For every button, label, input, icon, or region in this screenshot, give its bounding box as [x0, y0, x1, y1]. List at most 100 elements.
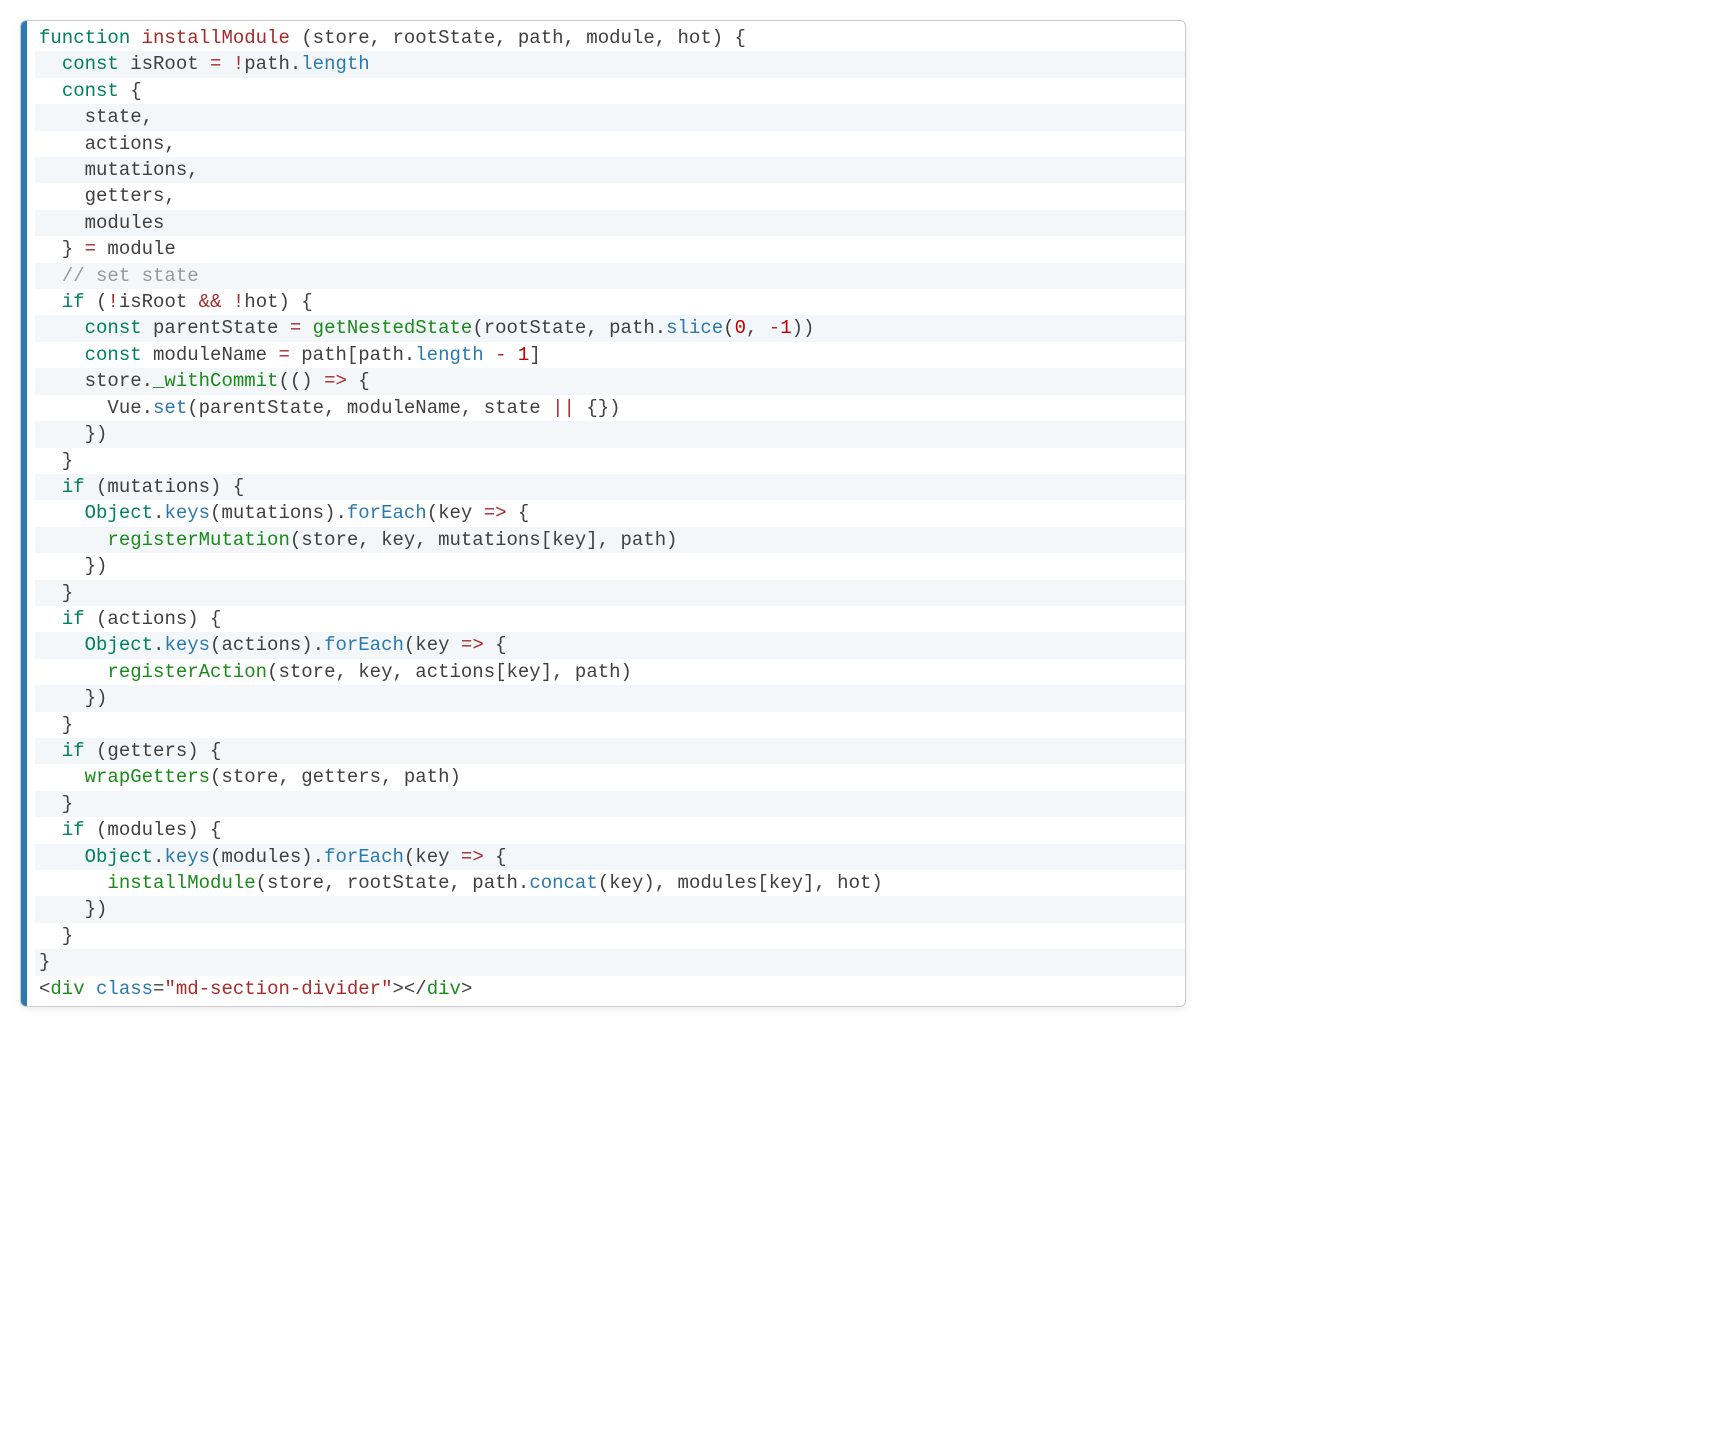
code-token: modules [39, 212, 164, 234]
code-token [301, 317, 312, 339]
code-line: } [35, 923, 1185, 949]
code-token: length [415, 344, 483, 366]
code-token: || [552, 397, 575, 419]
code-token: (mutations) { [85, 476, 245, 498]
code-token [39, 317, 85, 339]
code-token: getters, [39, 185, 176, 207]
code-line: // set state [35, 263, 1185, 289]
code-token: getNestedState [313, 317, 473, 339]
code-token: } [39, 951, 50, 973]
code-line: Object.keys(actions).forEach(key => { [35, 632, 1185, 658]
code-token: (store, rootState, path. [256, 872, 530, 894]
code-token: length [301, 53, 369, 75]
code-token: div [50, 978, 84, 1000]
code-token: => [461, 634, 484, 656]
code-line: getters, [35, 183, 1185, 209]
code-token: { [484, 846, 507, 868]
code-line: if (actions) { [35, 606, 1185, 632]
code-token: keys [164, 502, 210, 524]
code-token: = [290, 317, 301, 339]
code-token: > [461, 978, 472, 1000]
code-token: => [324, 370, 347, 392]
code-token [484, 344, 495, 366]
code-line: } = module [35, 236, 1185, 262]
code-token [85, 978, 96, 1000]
code-token [39, 819, 62, 841]
code-line: } [35, 949, 1185, 975]
code-token [39, 502, 85, 524]
code-token: && [199, 291, 222, 313]
code-token: (parentState, moduleName, state [187, 397, 552, 419]
code-token: < [39, 978, 50, 1000]
code-line: }) [35, 421, 1185, 447]
code-token: . [153, 502, 164, 524]
code-token: (modules). [210, 846, 324, 868]
code-token: }) [39, 555, 107, 577]
code-line: installModule(store, rootState, path.con… [35, 870, 1185, 896]
code-token: registerMutation [107, 529, 289, 551]
code-token [221, 53, 232, 75]
code-token [221, 291, 232, 313]
code-token: (key), modules[key], hot) [598, 872, 883, 894]
code-token [39, 80, 62, 102]
code-token: div [427, 978, 461, 1000]
code-token: . [153, 846, 164, 868]
code-line: mutations, [35, 157, 1185, 183]
code-line: const isRoot = !path.length [35, 51, 1185, 77]
code-token: if [62, 291, 85, 313]
code-token [39, 661, 107, 683]
code-line: if (!isRoot && !hot) { [35, 289, 1185, 315]
code-line: }) [35, 896, 1185, 922]
code-token: 1 [518, 344, 529, 366]
code-token: if [62, 819, 85, 841]
code-token [130, 27, 141, 49]
code-line: if (modules) { [35, 817, 1185, 843]
code-token: (store, getters, path) [210, 766, 461, 788]
code-token: => [484, 502, 507, 524]
code-token: if [62, 476, 85, 498]
code-token: const [62, 80, 119, 102]
code-token: 1 [780, 317, 791, 339]
code-token: , [746, 317, 769, 339]
code-token: actions, [39, 133, 176, 155]
code-token: parentState [142, 317, 290, 339]
code-token: if [62, 608, 85, 630]
code-token: . [153, 634, 164, 656]
code-token: concat [529, 872, 597, 894]
code-line: modules [35, 210, 1185, 236]
code-token: set [153, 397, 187, 419]
code-token: path. [244, 53, 301, 75]
code-block: function installModule (store, rootState… [20, 20, 1186, 1007]
code-token: keys [164, 634, 210, 656]
code-token: } [39, 793, 73, 815]
code-token: installModule [142, 27, 290, 49]
code-line: registerAction(store, key, actions[key],… [35, 659, 1185, 685]
code-token: - [495, 344, 506, 366]
code-token: forEach [347, 502, 427, 524]
code-token: installModule [107, 872, 255, 894]
code-line: } [35, 712, 1185, 738]
code-token: }) [39, 898, 107, 920]
code-token: ( [85, 291, 108, 313]
code-token: (() [278, 370, 324, 392]
code-line: actions, [35, 131, 1185, 157]
code-token: 0 [735, 317, 746, 339]
code-line: <div class="md-section-divider"></div> [35, 976, 1185, 1002]
code-line: Vue.set(parentState, moduleName, state |… [35, 395, 1185, 421]
code-token: _withCommit [153, 370, 278, 392]
code-token [39, 344, 85, 366]
code-token: } [39, 238, 85, 260]
code-token [39, 608, 62, 630]
code-token: isRoot [119, 291, 199, 313]
code-line: } [35, 580, 1185, 606]
code-token: - [769, 317, 780, 339]
code-token: slice [666, 317, 723, 339]
code-token: Object [85, 846, 153, 868]
code-token [39, 529, 107, 551]
code-token: isRoot [119, 53, 210, 75]
code-token: const [85, 344, 142, 366]
code-line: function installModule (store, rootState… [35, 25, 1185, 51]
code-token: const [85, 317, 142, 339]
code-line: if (mutations) { [35, 474, 1185, 500]
code-token [39, 740, 62, 762]
